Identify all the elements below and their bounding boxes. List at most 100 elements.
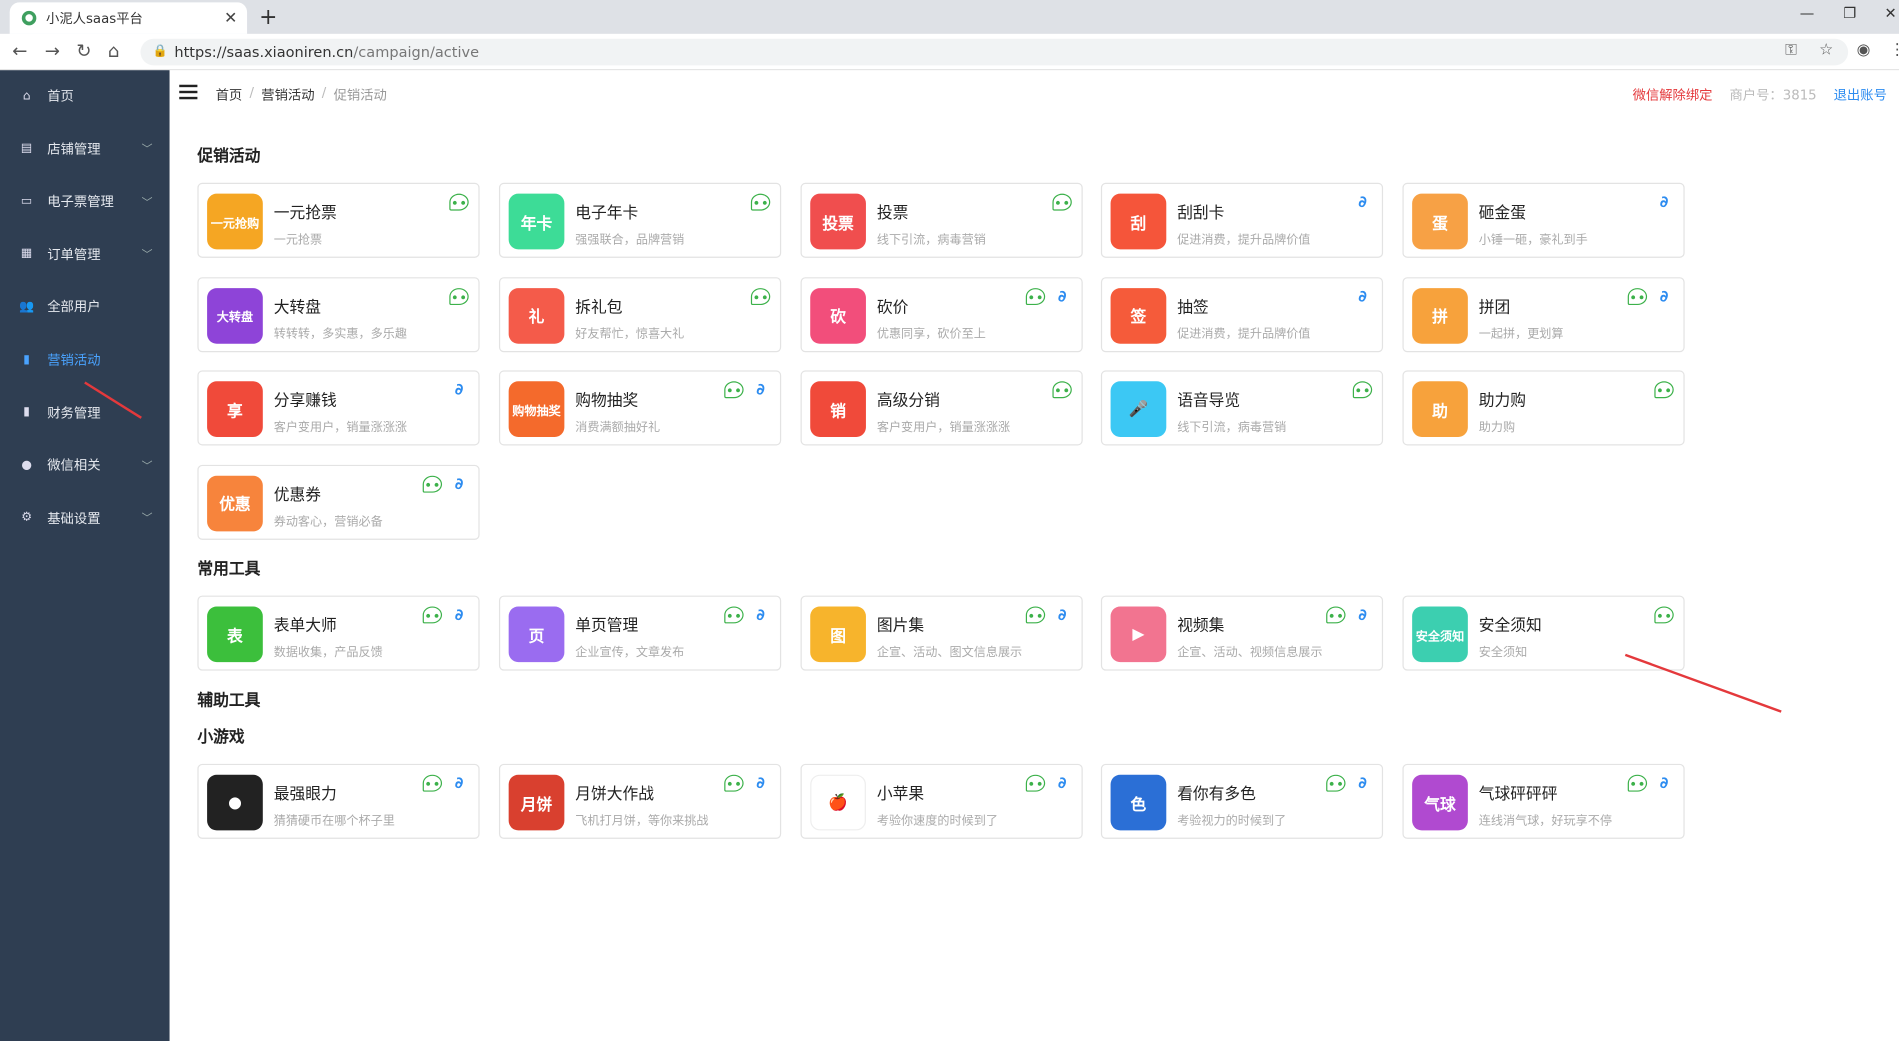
platform-badges: ∙∙ — [1052, 381, 1072, 399]
home-icon[interactable]: ⌂ — [108, 40, 120, 62]
activity-card[interactable]: 🍎 小苹果 考验你速度的时候到了 ∙∙ ∂ — [800, 763, 1083, 839]
minimize-icon[interactable]: — — [1800, 5, 1815, 22]
sidebar-item[interactable]: 👥 全部用户 — [0, 295, 170, 319]
activity-card[interactable]: 🎤 语音导览 线下引流，病毒营销 ∙∙ — [1100, 370, 1384, 446]
activity-card[interactable]: 月饼 月饼大作战 飞机打月饼，等你来挑战 ∙∙ ∂ — [498, 763, 782, 839]
sidebar-item[interactable]: ▮ 财务管理 — [0, 400, 170, 424]
tab-close-icon[interactable]: ✕ — [224, 10, 237, 28]
activity-card[interactable]: ● 最强眼力 猜猜硬币在哪个杯子里 ∙∙ ∂ — [197, 763, 480, 839]
activity-icon: 投票 — [810, 193, 866, 250]
browser-tab[interactable]: ● 小泥人saas平台 ✕ — [9, 2, 248, 34]
hamburger-icon[interactable] — [179, 84, 198, 100]
activity-card[interactable]: ▶ 视频集 企宣、活动、视频信息展示 ∙∙ ∂ — [1100, 595, 1384, 671]
activity-card[interactable]: 销高级分销 客户变用户，销量涨涨涨 ∙∙ — [800, 370, 1083, 446]
activity-desc: 助力购 — [1478, 421, 1516, 435]
activity-title: 表单大师 — [273, 617, 337, 636]
platform-badges: ∙∙ ∂ — [1326, 774, 1372, 794]
menu-icon[interactable]: ⋮ — [1889, 41, 1899, 59]
platform-badges: ∙∙ — [1352, 381, 1373, 399]
activity-card[interactable]: 投票 投票 线下引流，病毒营销 ∙∙ — [800, 182, 1083, 258]
sidebar-item[interactable]: ▮ 营销活动 — [0, 347, 170, 371]
activity-desc: 优惠同享，砍价至上 — [876, 327, 986, 341]
wechat-icon: ∙∙ — [1052, 193, 1072, 211]
activity-title: 一元抢票 — [273, 204, 337, 223]
activity-card[interactable]: 一元抢购 一元抢票 一元抢票 ∙∙ — [197, 182, 480, 258]
activity-desc: 客户变用户，销量涨涨涨 — [273, 421, 407, 435]
activity-card[interactable]: 助助力购 助力购 ∙∙ — [1402, 370, 1685, 446]
activity-card[interactable]: 礼拆礼包 好友帮忙，惊喜大礼 ∙∙ — [498, 276, 782, 352]
breadcrumb-home[interactable]: 首页 — [216, 85, 243, 104]
activity-card[interactable]: 大转盘 大转盘 转转转，多实惠，多乐趣 ∙∙ — [197, 276, 480, 352]
activity-card[interactable]: 优惠 优惠券 券动客心，营销必备 ∙∙ ∂ — [197, 464, 480, 540]
activity-desc: 一元抢票 — [273, 233, 323, 247]
activity-desc: 好友帮忙，惊喜大礼 — [575, 327, 685, 341]
activity-card[interactable]: 签抽签 促进消费，提升品牌价值 ∂ — [1100, 276, 1384, 352]
activity-icon: 签 — [1110, 287, 1167, 344]
activity-icon: 图 — [810, 606, 866, 663]
activity-card[interactable]: 图图片集 企宣、活动、图文信息展示 ∙∙ ∂ — [800, 595, 1083, 671]
activity-card[interactable]: 表表单大师 数据收集，产品反馈 ∙∙ ∂ — [197, 595, 480, 671]
activity-icon: 购物抽奖 — [508, 381, 565, 438]
sidebar-item-label: 财务管理 — [47, 405, 101, 421]
chevron-down-icon: ﹀ — [141, 460, 153, 473]
logout-link[interactable]: 退出账号 — [1834, 85, 1887, 104]
address-bar[interactable]: 🔒 https://saas.xiaoniren.cn/campaign/act… — [140, 38, 1849, 66]
platform-badges: ∙∙ ∂ — [1025, 774, 1072, 794]
wechat-unbind-link[interactable]: 微信解除绑定 — [1633, 85, 1713, 104]
activity-icon: 蛋 — [1412, 193, 1468, 250]
new-tab-icon[interactable]: + — [259, 5, 277, 30]
activity-card[interactable]: 色看你有多色 考验视力的时候到了 ∙∙ ∂ — [1100, 763, 1384, 839]
activity-desc: 连线消气球，好玩享不停 — [1478, 814, 1612, 828]
annotation-arrow — [1624, 653, 1782, 713]
activity-card[interactable]: 年卡 电子年卡 强强联合，品牌营销 ∙∙ — [498, 182, 782, 258]
platform-badges: ∙∙ ∂ — [724, 774, 770, 794]
miniprogram-icon: ∂ — [1659, 287, 1669, 306]
close-window-icon[interactable]: ✕ — [1884, 5, 1896, 22]
key-icon[interactable]: ⚿ — [1785, 41, 1797, 59]
sidebar-item[interactable]: ● 微信相关 ﹀ — [0, 453, 170, 477]
reload-icon[interactable]: ↻ — [76, 40, 91, 62]
platform-badges: ∙∙ — [1654, 381, 1674, 399]
activity-card[interactable]: 享分享赚钱 客户变用户，销量涨涨涨 ∂ — [197, 370, 480, 446]
sidebar-item[interactable]: ▦ 订单管理 ﹀ — [0, 242, 170, 266]
wechat-icon: ● — [21, 458, 32, 472]
activity-card[interactable]: 刮刮刮卡 促进消费，提升品牌价值 ∂ — [1100, 182, 1384, 258]
activity-title: 抽签 — [1177, 298, 1209, 317]
activity-desc: 消费满额抽好礼 — [575, 421, 661, 435]
sidebar-item[interactable]: ⌂ 首页 — [0, 84, 170, 108]
wechat-icon: ∙∙ — [422, 606, 443, 624]
profile-icon[interactable]: ◉ — [1857, 41, 1871, 59]
sidebar-item[interactable]: ▭ 电子票管理 ﹀ — [0, 189, 170, 213]
wechat-icon: ∙∙ — [724, 381, 744, 399]
gear-icon: ⚙ — [21, 511, 33, 525]
back-icon[interactable]: ← — [12, 40, 27, 62]
breadcrumb: 首页 / 营销活动 / 促销活动 — [216, 85, 387, 104]
wechat-icon: ∙∙ — [1627, 774, 1648, 792]
wechat-icon: ∙∙ — [1627, 287, 1648, 305]
activity-desc: 促进消费，提升品牌价值 — [1177, 327, 1311, 341]
activity-card[interactable]: 蛋砸金蛋 小锤一砸，豪礼到手 ∂ — [1402, 182, 1685, 258]
restore-icon[interactable]: ❐ — [1843, 5, 1856, 22]
breadcrumb-marketing[interactable]: 营销活动 — [261, 85, 314, 104]
sidebar-item[interactable]: ⚙ 基础设置 ﹀ — [0, 506, 170, 530]
breadcrumb-separator: / — [321, 84, 327, 101]
activity-title: 月饼大作战 — [575, 785, 655, 804]
sidebar-item[interactable]: ▤ 店铺管理 ﹀ — [0, 136, 170, 160]
activity-card[interactable]: 页单页管理 企业宣传，文章发布 ∙∙ ∂ — [498, 595, 782, 671]
activity-title: 气球砰砰砰 — [1478, 785, 1558, 804]
miniprogram-icon: ∂ — [1057, 287, 1067, 306]
activity-desc: 安全须知 — [1478, 646, 1528, 660]
activity-card[interactable]: 气球 气球砰砰砰 连线消气球，好玩享不停 ∙∙ ∂ — [1402, 763, 1685, 839]
forward-icon[interactable]: → — [45, 40, 60, 62]
activity-desc: 促进消费，提升品牌价值 — [1177, 233, 1311, 247]
star-icon[interactable]: ☆ — [1819, 41, 1833, 59]
activity-card[interactable]: 砍砍价 优惠同享，砍价至上 ∙∙ ∂ — [800, 276, 1083, 352]
sidebar-item-label: 微信相关 — [47, 457, 101, 474]
ticket-icon: ▭ — [20, 194, 33, 208]
activity-title: 语音导览 — [1177, 392, 1241, 411]
activity-icon: 助 — [1412, 381, 1468, 438]
breadcrumb-current: 促销活动 — [333, 87, 387, 103]
chevron-down-icon: ﹀ — [141, 249, 153, 262]
activity-card[interactable]: 拼拼团 一起拼，更划算 ∙∙ ∂ — [1402, 276, 1685, 352]
activity-card[interactable]: 购物抽奖 购物抽奖 消费满额抽好礼 ∙∙ ∂ — [498, 370, 782, 446]
